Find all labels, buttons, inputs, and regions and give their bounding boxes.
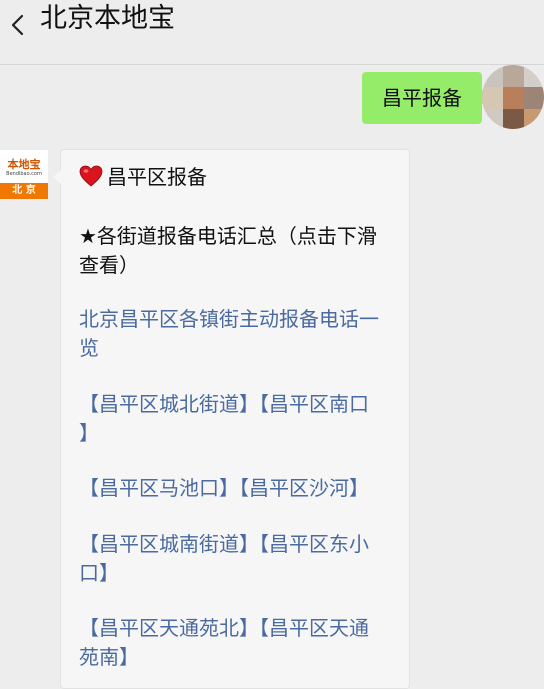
logo-subtext: Bendibao.com bbox=[6, 171, 42, 177]
link-title-line-2[interactable]: 览 bbox=[79, 334, 401, 363]
district-link[interactable]: 】 bbox=[79, 419, 401, 448]
bendibao-avatar[interactable]: 本地宝 Bendibao.com 北 京 bbox=[0, 150, 48, 199]
district-link[interactable]: 【昌平区天通苑北】【昌平区天通 bbox=[79, 614, 401, 643]
district-link[interactable]: 苑南】 bbox=[79, 643, 401, 672]
heart-icon bbox=[79, 165, 103, 187]
message-heading: 昌平区报备 bbox=[79, 163, 401, 192]
district-link[interactable]: 【昌平区城南街道】【昌平区东小 bbox=[79, 530, 401, 559]
my-avatar[interactable] bbox=[482, 65, 544, 129]
chevron-left-icon[interactable] bbox=[6, 12, 32, 38]
incoming-message[interactable]: 昌平区报备 ★各街道报备电话汇总（点击下滑 查看） 北京昌平区各镇街主动报备电话… bbox=[53, 149, 410, 689]
district-link[interactable]: 【昌平区马池口】【昌平区沙河】 bbox=[79, 474, 401, 503]
message-list[interactable]: 昌平报备 本地宝 Bendibao.com 北 京 昌平区报备 ★各街道报备电话… bbox=[0, 65, 544, 689]
heading-text: 昌平区报备 bbox=[107, 165, 207, 189]
link-title-line-1[interactable]: 北京昌平区各镇街主动报备电话一 bbox=[79, 305, 401, 334]
district-link[interactable]: 口】 bbox=[79, 559, 401, 588]
chat-title: 北京本地宝 bbox=[40, 3, 175, 34]
chat-header: 北京本地宝 bbox=[0, 0, 544, 65]
logo-city: 北 京 bbox=[0, 183, 48, 199]
district-link[interactable]: 【昌平区城北街道】【昌平区南口 bbox=[79, 390, 401, 419]
logo-text: 本地宝 bbox=[7, 158, 41, 171]
outgoing-message[interactable]: 昌平报备 bbox=[362, 72, 490, 124]
summary-line-1: ★各街道报备电话汇总（点击下滑 bbox=[79, 224, 377, 248]
summary-line-2: 查看） bbox=[79, 253, 139, 277]
